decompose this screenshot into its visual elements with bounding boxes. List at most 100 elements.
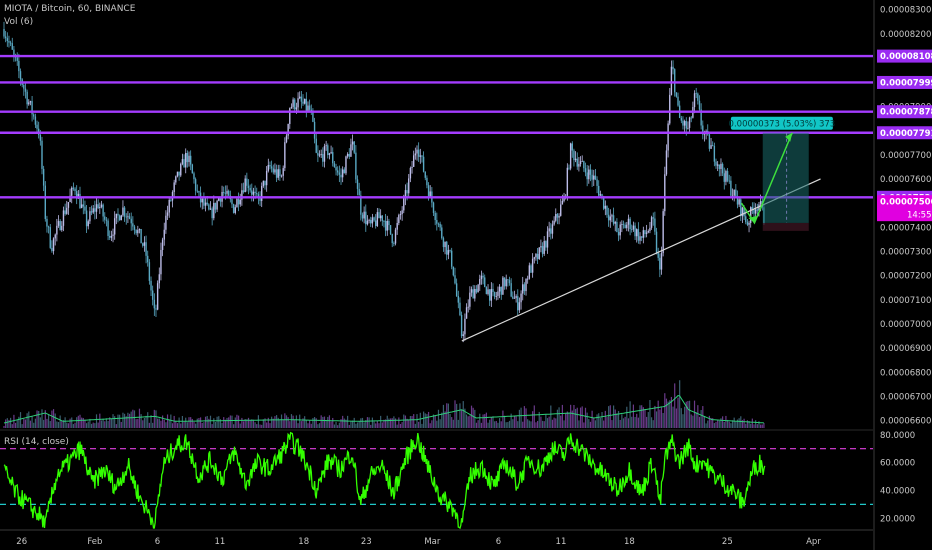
- candle-body: [712, 145, 714, 146]
- volume-bar: [18, 416, 20, 428]
- volume-bar: [655, 411, 658, 428]
- volume-bar: [158, 418, 160, 428]
- price-tick-label: 0.00007300: [880, 247, 931, 257]
- symbol-legend[interactable]: MIOTA / Bitcoin, 60, BINANCE: [4, 4, 135, 14]
- candle-body: [558, 215, 560, 218]
- price-tick-label: 0.00007400: [880, 223, 931, 233]
- rsi-legend[interactable]: RSI (14, close): [4, 437, 69, 447]
- position-target-zone[interactable]: [762, 132, 809, 223]
- volume-legend[interactable]: Vol (6): [4, 17, 33, 27]
- volume-bar: [477, 420, 479, 428]
- volume-bar: [637, 417, 639, 428]
- volume-bar: [39, 417, 41, 428]
- volume-bar: [333, 424, 335, 428]
- candle-body: [137, 230, 139, 234]
- volume-bar: [639, 405, 641, 428]
- candle-body: [252, 191, 255, 195]
- volume-bar: [660, 407, 663, 428]
- volume-bar: [168, 419, 170, 428]
- candle-body: [713, 145, 716, 162]
- volume-bar: [490, 417, 492, 428]
- volume-bar: [193, 421, 195, 428]
- candle-body: [267, 164, 270, 171]
- volume-bar: [59, 415, 61, 428]
- position-stop-zone[interactable]: [762, 222, 809, 231]
- volume-bar: [684, 406, 686, 428]
- time-tick-label: 6: [496, 537, 501, 547]
- candle-body: [518, 302, 521, 311]
- candle-body: [246, 178, 248, 186]
- volume-bar: [51, 410, 53, 428]
- volume-bar: [350, 421, 352, 428]
- price-axis[interactable]: 0.000083000.000082000.000081000.00008000…: [873, 0, 932, 550]
- candle-body: [92, 208, 94, 213]
- volume-bar: [413, 414, 415, 428]
- volume-bar: [282, 420, 284, 428]
- volume-bar: [470, 405, 473, 428]
- volume-bar: [105, 418, 108, 428]
- volume-bar: [335, 421, 337, 428]
- candle-body: [662, 211, 664, 254]
- candle-body: [379, 215, 382, 219]
- volume-bar: [738, 418, 740, 428]
- volume-bar: [459, 403, 461, 428]
- volume-bar: [698, 416, 701, 428]
- candle-body: [140, 228, 142, 244]
- volume-bar: [161, 415, 164, 428]
- volume-bar: [409, 416, 411, 428]
- volume-bar: [84, 419, 86, 428]
- volume-bar: [423, 411, 425, 428]
- candle-body: [135, 229, 137, 234]
- candle-body: [44, 185, 46, 219]
- rsi-line: [3, 431, 766, 530]
- candle-body: [609, 216, 611, 221]
- volume-bar: [201, 423, 203, 428]
- candle-body: [328, 153, 331, 156]
- candle-body: [645, 232, 648, 234]
- volume-bar: [756, 424, 758, 428]
- candle-body: [323, 146, 326, 162]
- candle-body: [604, 205, 607, 209]
- volume-bar: [421, 423, 423, 428]
- volume-bar: [634, 417, 636, 428]
- candle-body: [598, 185, 600, 196]
- candle-body: [639, 236, 641, 241]
- candle-body: [601, 194, 603, 197]
- chart-canvas[interactable]: 26 Feb 6 11 18 23 Mar 6 11 18 25 Apr 0.00008300 0.00…: [0, 0, 932, 550]
- candle-body: [439, 223, 441, 228]
- candle-body: [3, 29, 5, 37]
- rsi-pane[interactable]: [0, 431, 873, 530]
- candle-body: [363, 211, 365, 219]
- price-tick-label: 0.00006900: [880, 344, 931, 354]
- volume-bar: [609, 405, 611, 428]
- candle-body: [561, 200, 564, 205]
- volume-bar: [380, 415, 382, 428]
- x-axis[interactable]: 26 Feb 6 11 18 23 Mar 6 11 18 25 Apr: [0, 529, 873, 547]
- volume-bar: [399, 424, 402, 428]
- candle-body: [335, 167, 337, 171]
- candle-body: [624, 224, 626, 229]
- candle-body: [498, 286, 501, 292]
- volume-bar: [502, 410, 504, 428]
- drawing-overlays[interactable]: 0.00000373 (5.03%) 373: [0, 54, 873, 342]
- candle-body: [303, 98, 306, 104]
- volume-bar: [505, 422, 507, 428]
- candle-body: [206, 202, 208, 205]
- volume-bar: [166, 414, 169, 428]
- volume-bar: [307, 423, 309, 428]
- price-tick-label: 0.00006800: [880, 368, 931, 378]
- candle-body: [622, 224, 625, 225]
- candle-body: [546, 231, 549, 248]
- volume-bar: [66, 422, 68, 428]
- volume-bar: [586, 412, 588, 428]
- candle-body: [583, 161, 585, 169]
- volume-bar: [393, 416, 395, 428]
- candle-body: [720, 163, 722, 169]
- candle-body: [631, 229, 633, 230]
- volume-bar: [621, 414, 623, 428]
- candle-body: [637, 229, 640, 241]
- volume-bar: [226, 417, 228, 428]
- volume-bar: [622, 418, 625, 428]
- candle-body: [611, 215, 613, 217]
- candle-body: [234, 207, 236, 213]
